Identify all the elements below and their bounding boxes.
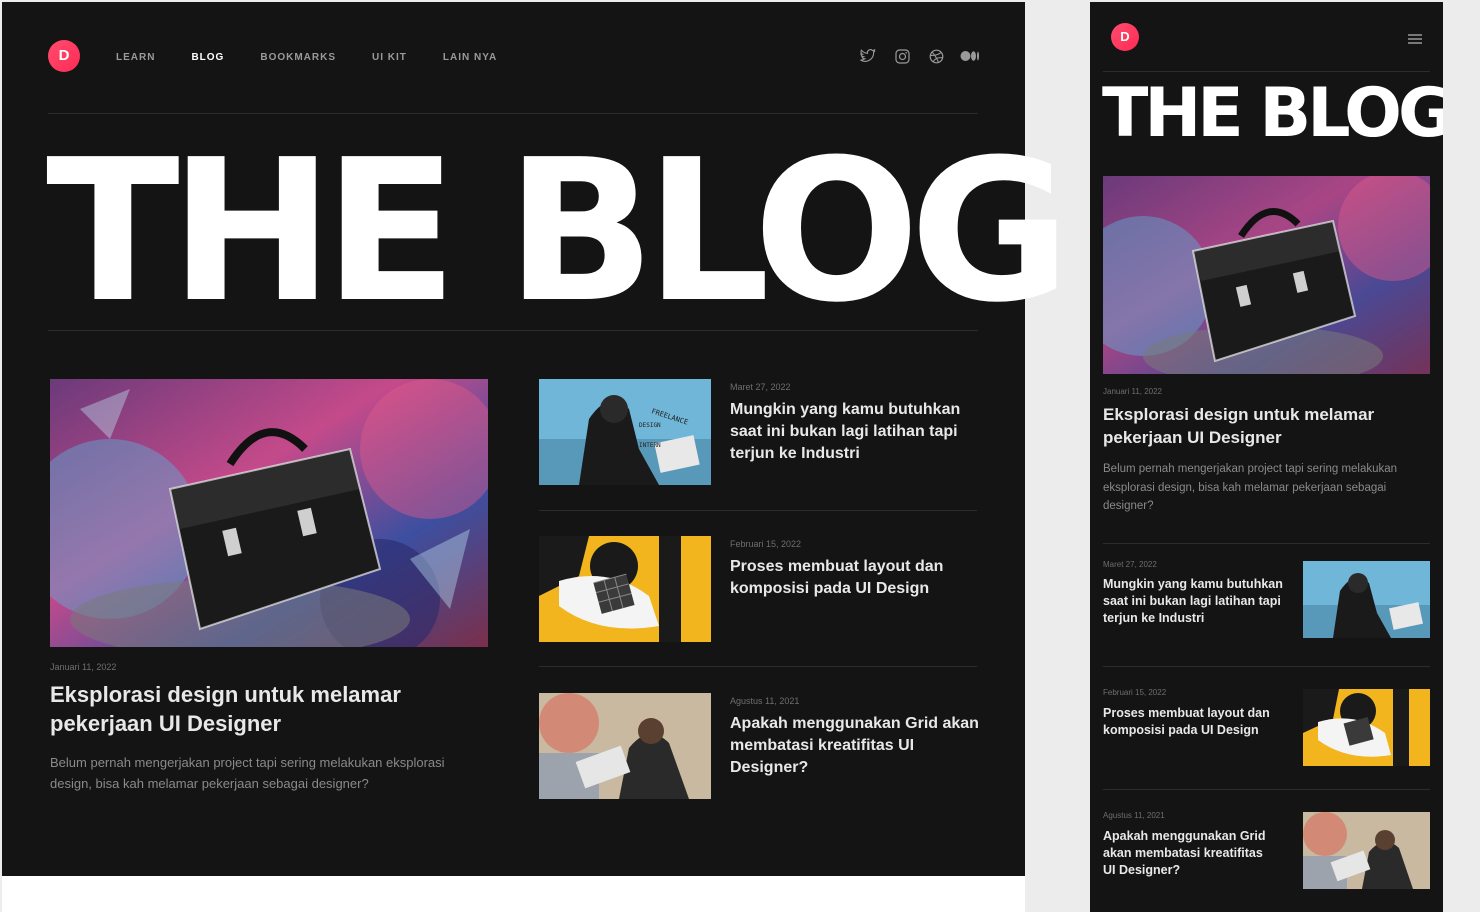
header-divider — [1103, 71, 1430, 72]
featured-excerpt: Belum pernah mengerjakan project tapi se… — [1103, 463, 1398, 512]
medium-icon[interactable] — [960, 46, 980, 66]
nav-item-ui-kit[interactable]: UI KIT — [372, 52, 407, 63]
post-thumbnail[interactable] — [1303, 689, 1430, 766]
post-date: Maret 27, 2022 — [730, 382, 791, 392]
page-title: THE BLOG — [1102, 74, 1443, 153]
header-divider — [48, 113, 978, 114]
post-title[interactable]: Mungkin yang kamu butuhkan saat ini buka… — [1103, 576, 1283, 627]
nav-item-bookmarks[interactable]: BOOKMARKS — [260, 52, 336, 63]
post-title[interactable]: Apakah menggunakan Grid akan membatasi k… — [730, 713, 980, 779]
post-date: Februari 15, 2022 — [730, 539, 802, 549]
featured-title[interactable]: Eksplorasi design untuk melamar pekerjaa… — [1103, 403, 1423, 449]
nav-item-lain-nya[interactable]: LAIN NYA — [443, 52, 497, 63]
nav-item-blog[interactable]: BLOG — [191, 52, 224, 63]
svg-text:INTERN: INTERN — [639, 442, 661, 449]
featured-image[interactable] — [50, 379, 488, 647]
post-thumbnail[interactable] — [1303, 561, 1430, 638]
featured-excerpt: Belum pernah mengerjakan project tapi se… — [50, 755, 445, 791]
logo-letter: D — [58, 47, 70, 64]
desktop-footer-strip — [2, 876, 1025, 912]
mobile-frame: D THE BLOG Januari 11, 2022 Eksplorasi d… — [1090, 2, 1443, 912]
post-divider — [539, 510, 977, 511]
instagram-icon[interactable] — [892, 46, 912, 66]
featured-title[interactable]: Eksplorasi design untuk melamar pekerjaa… — [50, 680, 470, 738]
nav-item-learn[interactable]: LEARN — [116, 52, 155, 63]
post-divider — [1103, 543, 1430, 544]
post-date: Maret 27, 2022 — [1103, 560, 1157, 569]
brand-logo[interactable]: D — [1111, 23, 1139, 51]
logo-letter: D — [1120, 29, 1130, 44]
desktop-frame: D LEARN BLOG BOOKMARKS UI KIT LAIN NYA T… — [2, 2, 1071, 876]
featured-image[interactable] — [1103, 176, 1430, 374]
post-divider — [539, 666, 977, 667]
main-nav: LEARN BLOG BOOKMARKS UI KIT LAIN NYA — [116, 52, 533, 63]
social-links — [858, 46, 980, 66]
page-title: THE BLOG — [46, 118, 1071, 346]
post-date: Agustus 11, 2021 — [730, 696, 800, 706]
post-thumbnail[interactable]: FREELANCE DESIGN INTERN — [539, 379, 711, 485]
post-date: Agustus 11, 2021 — [1103, 811, 1165, 820]
hero-divider — [48, 330, 978, 331]
post-thumbnail[interactable] — [539, 536, 711, 642]
post-divider — [1103, 789, 1430, 790]
featured-date: Januari 11, 2022 — [1103, 387, 1163, 396]
post-thumbnail[interactable] — [539, 693, 711, 799]
post-title[interactable]: Proses membuat layout dan komposisi pada… — [730, 556, 975, 600]
twitter-icon[interactable] — [858, 46, 878, 66]
post-title[interactable]: Apakah menggunakan Grid akan membatasi k… — [1103, 828, 1273, 879]
featured-date: Januari 11, 2022 — [50, 662, 117, 672]
brand-logo[interactable]: D — [48, 40, 80, 72]
menu-icon[interactable] — [1408, 31, 1422, 49]
post-date: Februari 15, 2022 — [1103, 688, 1167, 697]
post-title[interactable]: Proses membuat layout dan komposisi pada… — [1103, 705, 1273, 739]
svg-text:DESIGN: DESIGN — [639, 422, 661, 429]
dribbble-icon[interactable] — [926, 46, 946, 66]
post-title[interactable]: Mungkin yang kamu butuhkan saat ini buka… — [730, 399, 975, 465]
post-thumbnail[interactable] — [1303, 812, 1430, 889]
post-divider — [1103, 666, 1430, 667]
